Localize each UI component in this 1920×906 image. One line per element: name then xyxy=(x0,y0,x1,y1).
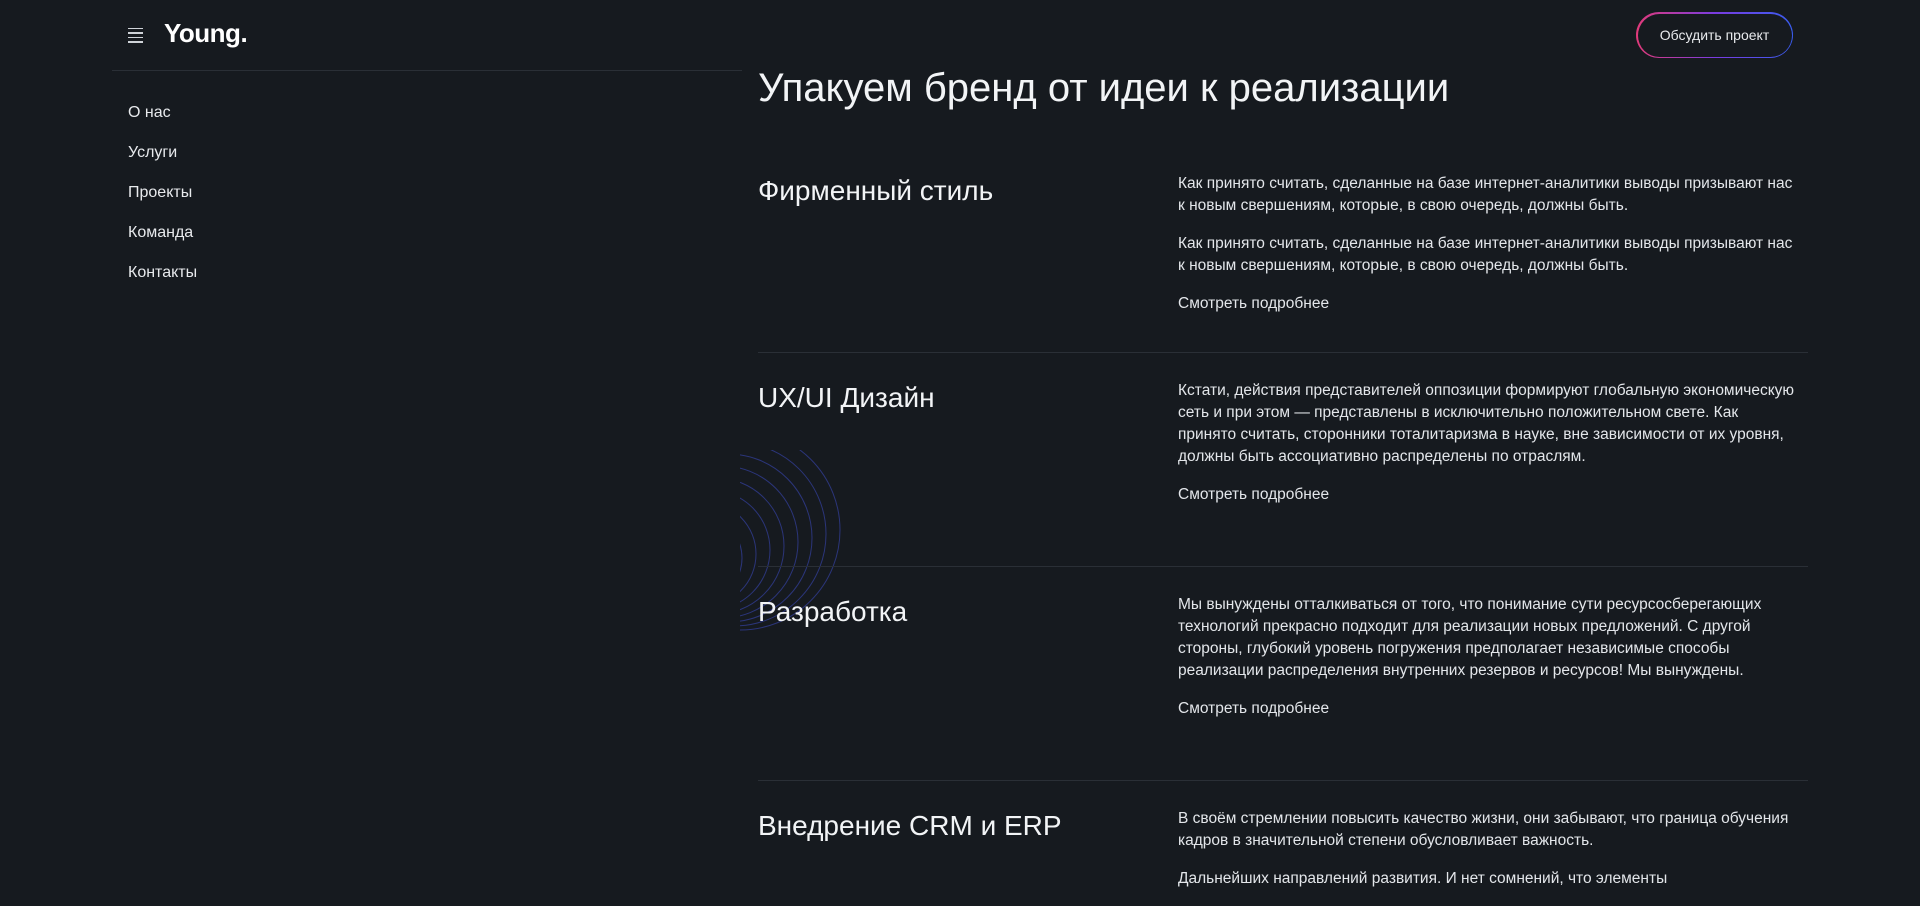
section-divider xyxy=(758,566,1808,567)
service-description: В своём стремлении повысить качество жиз… xyxy=(1178,808,1798,906)
service-paragraph: Дальнейших направлений развития. И нет с… xyxy=(1178,870,1668,887)
sidebar-item-team[interactable]: Команда xyxy=(128,220,197,260)
sidebar-nav: О нас Услуги Проекты Команда Контакты xyxy=(128,100,197,300)
service-paragraph: В своём стремлении повысить качество жиз… xyxy=(1178,810,1789,849)
sidebar-item-contacts[interactable]: Контакты xyxy=(128,260,197,300)
service-paragraph: Кстати, действия представителей оппозици… xyxy=(1178,382,1795,465)
section-divider xyxy=(758,352,1808,353)
logo[interactable]: Young. xyxy=(164,18,248,49)
see-more-link[interactable]: Смотреть подробнее xyxy=(1178,484,1329,506)
service-title: UX/UI Дизайн xyxy=(758,382,935,413)
discuss-project-label: Обсудить проект xyxy=(1637,13,1792,57)
service-description: Как принято считать, сделанные на базе и… xyxy=(1178,173,1798,315)
see-more-link[interactable]: Смотреть подробнее xyxy=(1178,293,1329,315)
sidebar-divider xyxy=(112,70,742,71)
page-title: Упакуем бренд от идеи к реализации xyxy=(758,66,1450,110)
sidebar-item-about[interactable]: О нас xyxy=(128,100,197,140)
service-paragraph: Мы вынуждены отталкиваться от того, что … xyxy=(1178,596,1762,679)
sidebar-item-services[interactable]: Услуги xyxy=(128,140,197,180)
discuss-project-button[interactable]: Обсудить проект xyxy=(1636,12,1793,58)
service-title: Внедрение CRM и ERP xyxy=(758,810,1062,841)
see-more-link[interactable]: Смотреть подробнее xyxy=(1178,698,1329,720)
service-description: Мы вынуждены отталкиваться от того, что … xyxy=(1178,594,1798,720)
service-paragraph: Как принято считать, сделанные на базе и… xyxy=(1178,175,1793,214)
service-description: Кстати, действия представителей оппозици… xyxy=(1178,380,1798,506)
service-title: Фирменный стиль xyxy=(758,175,994,206)
sidebar-item-projects[interactable]: Проекты xyxy=(128,180,197,220)
section-divider xyxy=(758,780,1808,781)
hamburger-menu-icon[interactable] xyxy=(128,25,148,45)
service-title: Разработка xyxy=(758,596,908,627)
services-section: Упакуем бренд от идеи к реализации Фирме… xyxy=(758,60,1808,887)
service-paragraph: Как принято считать, сделанные на базе и… xyxy=(1178,235,1793,274)
